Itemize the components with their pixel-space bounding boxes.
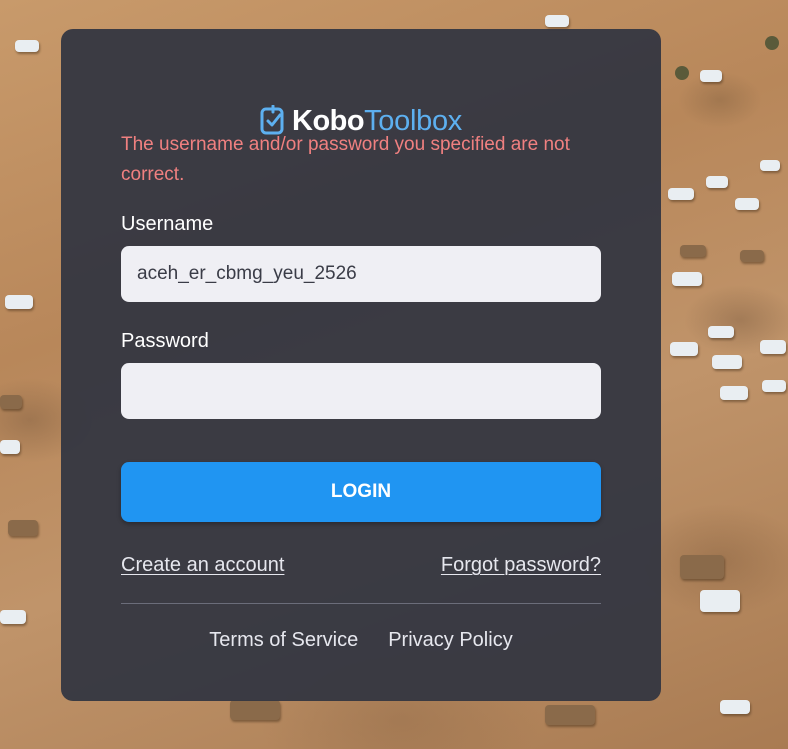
privacy-policy-link[interactable]: Privacy Policy xyxy=(388,629,512,652)
login-error-message: The username and/or password you specifi… xyxy=(121,134,570,185)
username-value: aceh_er_cbmg_yeu_2526 xyxy=(137,263,357,284)
password-input[interactable] xyxy=(121,363,601,419)
login-card: Kobo Toolbox The username and/or password… xyxy=(61,29,661,701)
divider xyxy=(121,603,601,604)
username-label: Username xyxy=(121,213,214,235)
username-input[interactable]: aceh_er_cbmg_yeu_2526 xyxy=(121,246,601,302)
password-label: Password xyxy=(121,330,209,352)
login-button[interactable]: LOGIN xyxy=(121,462,601,522)
create-account-link[interactable]: Create an account xyxy=(121,554,284,577)
terms-of-service-link[interactable]: Terms of Service xyxy=(209,629,358,652)
footer-links: Terms of Service Privacy Policy xyxy=(61,629,661,652)
forgot-password-link[interactable]: Forgot password? xyxy=(441,554,601,577)
